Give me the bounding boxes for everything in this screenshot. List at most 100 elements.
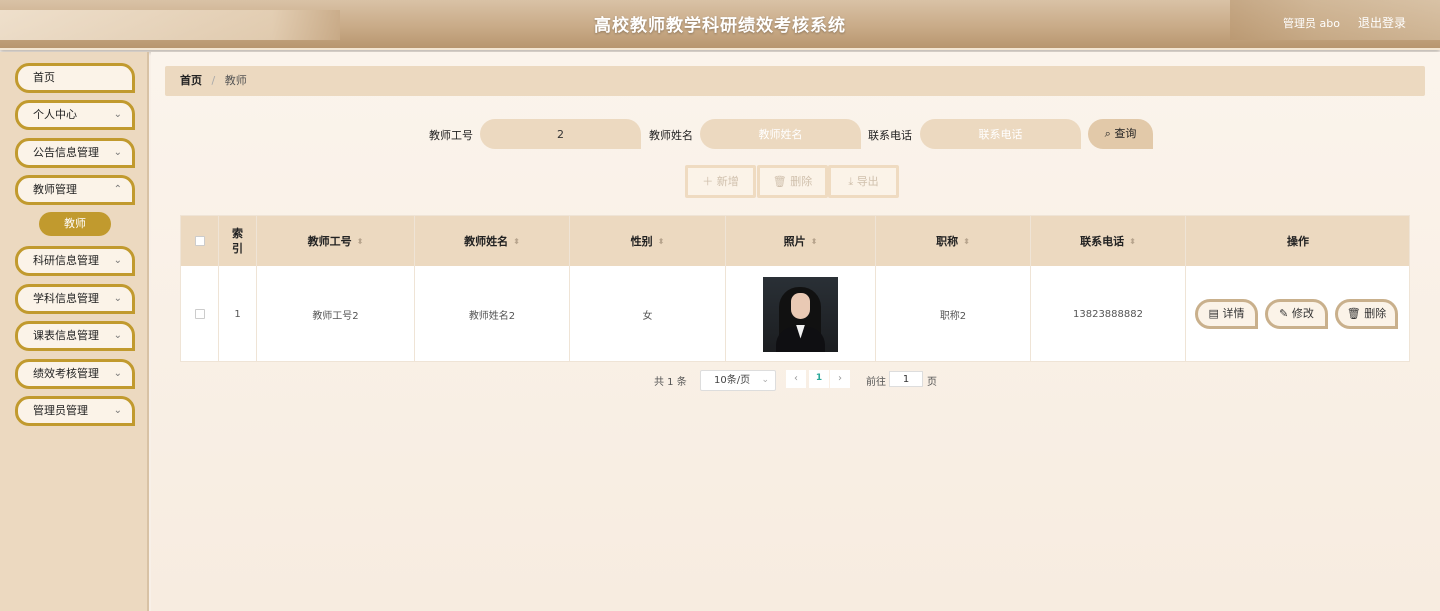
row-checkbox[interactable] [194,309,205,319]
sort-icon[interactable]: ⬍ [658,237,665,246]
add-button[interactable]: ＋ 新增 [685,165,756,198]
query-button[interactable]: ⌕ 查询 [1088,119,1153,149]
column-header-label: 教师姓名 [464,235,509,248]
chevron-down-icon: ⌄ [113,293,122,304]
trash-icon: 🗑 [1346,307,1361,320]
page-number-button[interactable]: 1 [809,370,829,388]
teacher-name-input[interactable] [700,119,861,149]
current-user-label: 管理员 abo [1283,17,1340,30]
column-header-index: 索引 [219,216,257,266]
export-button[interactable]: ⤓ 导出 [828,165,899,198]
delete-button[interactable]: 🗑 删除 [757,165,828,198]
sidebar-subitem-teacher[interactable]: 教师 [39,212,111,236]
chevron-down-icon: ⌄ [113,255,122,266]
logout-button[interactable]: 退出登录 [1358,14,1406,31]
select-all-checkbox[interactable] [194,236,205,246]
teacher-table: 索引 教师工号 ⬍ 教师姓名 ⬍ 性别 ⬍ 照片 ⬍ 职称 ⬍ 联系电话 ⬍ 操作 1 教师… [180,215,1410,362]
sort-icon[interactable]: ⬍ [811,237,818,246]
chevron-down-icon: ⌄ [113,368,122,379]
chevron-down-icon: ⌄ [113,330,122,341]
teacher-id-label: 教师工号 [429,129,473,142]
row-delete-button[interactable]: 🗑 删除 [1335,299,1398,329]
column-header-label: 联系电话 [1080,235,1125,248]
download-icon: ⤓ [848,175,854,188]
trash-icon: 🗑 [772,175,787,188]
row-checkbox-cell[interactable] [181,266,219,362]
column-header-actions: 操作 [1186,216,1410,266]
page-size-select[interactable]: 10条/页 ⌄ [700,370,776,391]
column-header-label: 性别 [630,235,653,248]
top-header: 高校教师教学科研绩效考核系统 管理员 abo 退出登录 [0,0,1440,50]
sort-icon[interactable]: ⬍ [513,237,520,246]
sidebar-item-label: 科研信息管理 [33,254,99,267]
table-cell-title: 职称2 [876,266,1031,362]
sidebar-item-personal-center[interactable]: 个人中心 ⌄ [15,100,135,130]
add-button-label: 新增 [716,175,739,188]
edit-button-label: 修改 [1291,307,1314,320]
phone-label: 联系电话 [868,129,912,142]
chevron-down-icon: ⌄ [761,375,769,385]
delete-button-label: 删除 [790,175,813,188]
sidebar-item-label: 学科信息管理 [33,292,99,305]
breadcrumb-home[interactable]: 首页 [180,74,202,87]
goto-page-input[interactable] [889,371,923,387]
table-cell-phone: 13823888882 [1031,266,1186,362]
chevron-down-icon: ⌄ [113,147,122,158]
sidebar-item-announcements[interactable]: 公告信息管理 ⌄ [15,138,135,168]
column-header-phone[interactable]: 联系电话 ⬍ [1031,216,1186,266]
sidebar-item-home[interactable]: 首页 [15,63,135,93]
sort-icon[interactable]: ⬍ [963,237,970,246]
sidebar-item-label: 教师管理 [33,183,77,196]
export-button-label: 导出 [856,175,879,188]
sidebar-item-subjects[interactable]: 学科信息管理 ⌄ [15,284,135,314]
teacher-name-label: 教师姓名 [649,129,693,142]
sort-icon[interactable]: ⬍ [1129,237,1136,246]
row-delete-button-label: 删除 [1364,307,1387,320]
breadcrumb: 首页 / 教师 [165,66,1425,96]
detail-button[interactable]: ▤ 详情 [1195,299,1258,329]
table-cell-photo [726,266,876,362]
column-header-label: 职称 [936,235,959,248]
select-all-checkbox-cell[interactable] [181,216,219,266]
sidebar-item-label: 个人中心 [33,108,77,121]
column-header-label: 索引 [232,227,243,255]
sidebar-item-admins[interactable]: 管理员管理 ⌄ [15,396,135,426]
column-header-name[interactable]: 教师姓名 ⬍ [415,216,570,266]
sidebar-item-schedule[interactable]: 课表信息管理 ⌄ [15,321,135,351]
document-icon: ▤ [1208,307,1219,320]
chevron-left-icon: ‹ [794,373,798,384]
sidebar-item-performance[interactable]: 绩效考核管理 ⌄ [15,359,135,389]
column-header-teacher-id[interactable]: 教师工号 ⬍ [257,216,415,266]
chevron-right-icon: › [838,373,842,384]
page-size-value: 10条/页 [714,375,751,386]
pagination-total: 共 1 条 [654,377,687,388]
table-cell-teacher-id: 教师工号2 [257,266,415,362]
column-header-title[interactable]: 职称 ⬍ [876,216,1031,266]
phone-input[interactable] [920,119,1081,149]
goto-label: 前往 [866,377,886,388]
next-page-button[interactable]: › [830,370,850,388]
sidebar-item-label: 公告信息管理 [33,146,99,159]
page-suffix-label: 页 [927,377,937,388]
sidebar-item-label: 课表信息管理 [33,329,99,342]
search-icon: ⌕ [1104,127,1111,140]
column-header-label: 教师工号 [307,235,352,248]
sidebar-item-label: 首页 [33,71,55,84]
sidebar-item-label: 管理员管理 [33,404,88,417]
sidebar-item-research[interactable]: 科研信息管理 ⌄ [15,246,135,276]
edit-button[interactable]: ✎ 修改 [1265,299,1328,329]
sidebar-item-label: 绩效考核管理 [33,367,99,380]
sort-icon[interactable]: ⬍ [357,237,364,246]
chevron-down-icon: ⌄ [113,109,122,120]
detail-button-label: 详情 [1222,307,1245,320]
chevron-down-icon: ⌄ [113,405,122,416]
column-header-gender[interactable]: 性别 ⬍ [570,216,726,266]
teacher-photo[interactable] [763,276,838,352]
teacher-id-input[interactable] [480,119,641,149]
prev-page-button[interactable]: ‹ [786,370,806,388]
plus-icon: ＋ [702,175,714,188]
sidebar-item-teachers[interactable]: 教师管理 ⌃ [15,175,135,205]
app-title: 高校教师教学科研绩效考核系统 [594,16,846,36]
breadcrumb-current: 教师 [224,74,247,87]
column-header-photo[interactable]: 照片 ⬍ [726,216,876,266]
